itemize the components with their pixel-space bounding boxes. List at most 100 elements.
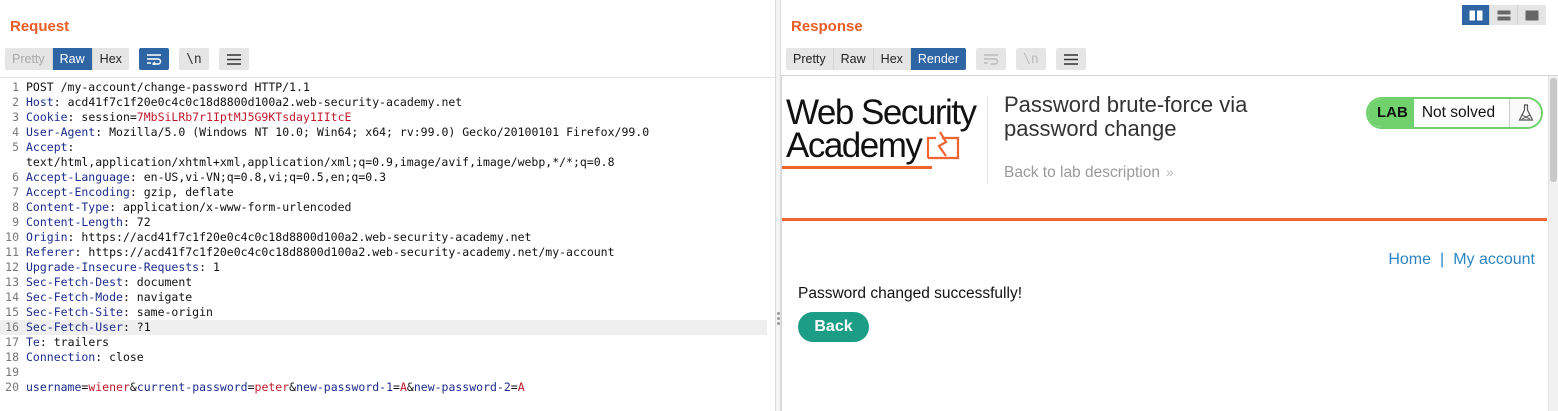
line-content: Accept: bbox=[26, 140, 74, 155]
header-colon: : bbox=[122, 320, 130, 334]
request-line: 18 Connection: close bbox=[0, 350, 767, 365]
header-value: en-US,vi-VN;q=0.8,vi;q=0.5,en;q=0.3 bbox=[136, 170, 387, 184]
response-menu-button[interactable] bbox=[1055, 48, 1086, 70]
header-colon: : bbox=[109, 200, 117, 214]
line-content: Sec-Fetch-Site: same-origin bbox=[26, 305, 213, 320]
request-line: 12 Upgrade-Insecure-Requests: 1 bbox=[0, 260, 767, 275]
request-line: 11 Referer: https://acd41f7c1f20e0c4c0c18… bbox=[0, 245, 767, 260]
render-scrollbar[interactable] bbox=[1548, 76, 1558, 411]
param-value: wiener bbox=[88, 380, 130, 394]
header-name: Sec-Fetch-User bbox=[26, 320, 123, 334]
response-tab-render[interactable]: Render bbox=[910, 48, 966, 70]
line-number: 17 bbox=[5, 335, 19, 349]
newline-icon: \n bbox=[1023, 51, 1039, 67]
response-tab-raw[interactable]: Raw bbox=[833, 48, 874, 70]
layout-toggle bbox=[1462, 5, 1546, 25]
param-delimiter: = bbox=[247, 380, 255, 394]
request-toolbar: Pretty Raw Hex \n bbox=[5, 48, 249, 70]
header-colon: : bbox=[39, 335, 47, 349]
line-number: 3 bbox=[12, 110, 19, 124]
param-delimiter: = bbox=[393, 380, 400, 394]
header-colon: : bbox=[122, 290, 130, 304]
nav-my-account-link[interactable]: My account bbox=[1453, 251, 1535, 268]
request-line: 16 Sec-Fetch-User: ?1 bbox=[0, 320, 767, 335]
request-line: 13 Sec-Fetch-Dest: document bbox=[0, 275, 767, 290]
layout-tabs-button[interactable] bbox=[1518, 5, 1546, 25]
header-colon: : bbox=[122, 305, 130, 319]
request-editor[interactable]: 1 POST /my-account/change-password HTTP/1… bbox=[0, 77, 775, 411]
header-name: Connection bbox=[26, 350, 96, 364]
line-content: Content-Length: 72 bbox=[26, 215, 151, 230]
header-name: Accept-Encoding bbox=[26, 185, 130, 199]
request-pane: Request Pretty Raw Hex \n 1 POST /my-acc… bbox=[0, 0, 775, 411]
header-colon: : bbox=[122, 215, 130, 229]
header-value: 1 bbox=[206, 260, 220, 274]
line-content: Connection: close bbox=[26, 350, 144, 365]
header-name: Sec-Fetch-Mode bbox=[26, 290, 123, 304]
line-content: Referer: https://acd41f7c1f20e0c4c0c18d8… bbox=[26, 245, 615, 260]
header-name: User-Agent bbox=[26, 125, 96, 139]
header-value: application/x-www-form-urlencoded bbox=[116, 200, 352, 214]
header-name: Te bbox=[26, 335, 40, 349]
request-line: 7 Accept-Encoding: gzip, deflate bbox=[0, 185, 767, 200]
nav-home-link[interactable]: Home bbox=[1388, 251, 1431, 268]
request-line: 19 bbox=[0, 365, 767, 380]
line-number: 16 bbox=[5, 320, 19, 334]
response-tab-hex[interactable]: Hex bbox=[873, 48, 911, 70]
param-delimiter: = bbox=[510, 380, 518, 394]
word-wrap-button[interactable] bbox=[138, 48, 169, 70]
line-number: 4 bbox=[12, 125, 19, 139]
param-value: A bbox=[517, 380, 525, 394]
response-tab-pretty[interactable]: Pretty bbox=[786, 48, 834, 70]
request-line: 1 POST /my-account/change-password HTTP/1… bbox=[0, 80, 767, 95]
response-view-tabs: Pretty Raw Hex Render bbox=[786, 48, 966, 70]
response-word-wrap-button[interactable] bbox=[975, 48, 1006, 70]
header-name: Sec-Fetch-Site bbox=[26, 305, 123, 319]
layout-side-by-side-button[interactable] bbox=[1462, 5, 1490, 25]
menu-icon bbox=[226, 53, 241, 65]
line-content: text/html,application/xhtml+xml,applicat… bbox=[26, 155, 615, 169]
request-title: Request bbox=[10, 18, 70, 35]
line-content: Te: trailers bbox=[26, 335, 109, 350]
line-number: 6 bbox=[12, 170, 19, 184]
show-newlines-button[interactable]: \n bbox=[178, 48, 209, 70]
request-line: 14 Sec-Fetch-Mode: navigate bbox=[0, 290, 767, 305]
logo-underline bbox=[782, 166, 932, 169]
academy-header: Web Security Academy Password brute-forc… bbox=[782, 76, 1547, 221]
scrollbar-thumb[interactable] bbox=[1550, 78, 1557, 182]
line-number: 19 bbox=[5, 365, 19, 379]
request-menu-button[interactable] bbox=[218, 48, 249, 70]
line-number: 8 bbox=[12, 200, 19, 214]
logo-line-2-row: Academy bbox=[786, 128, 986, 163]
line-content: POST /my-account/change-password HTTP/1.… bbox=[26, 80, 310, 94]
request-tab-hex[interactable]: Hex bbox=[92, 48, 129, 70]
header-divider bbox=[987, 96, 988, 184]
request-tab-pretty[interactable]: Pretty bbox=[5, 48, 53, 70]
web-security-academy-logo[interactable]: Web Security Academy bbox=[782, 95, 986, 176]
layout-stacked-button[interactable] bbox=[1490, 5, 1518, 25]
param-name: new-password-1 bbox=[296, 380, 394, 394]
param-value: A bbox=[399, 380, 407, 394]
line-content: User-Agent: Mozilla/5.0 (Windows NT 10.0… bbox=[26, 125, 649, 140]
request-tab-raw[interactable]: Raw bbox=[52, 48, 93, 70]
line-number: 7 bbox=[12, 185, 19, 199]
header-value: acd41f7c1f20e0c4c0c18d8800d100a2.web-sec… bbox=[60, 95, 463, 109]
line-content: Accept-Encoding: gzip, deflate bbox=[26, 185, 234, 200]
header-value: same-origin bbox=[129, 305, 213, 319]
line-content: Sec-Fetch-Dest: document bbox=[26, 275, 192, 290]
back-button[interactable]: Back bbox=[798, 312, 869, 342]
double-chevron-right-icon: » bbox=[1165, 164, 1174, 180]
line-number: 1 bbox=[12, 80, 19, 94]
splitter-grip-icon bbox=[777, 312, 780, 325]
academy-bolt-icon bbox=[927, 131, 960, 160]
newline-icon: \n bbox=[186, 51, 202, 67]
response-show-newlines-button[interactable]: \n bbox=[1015, 48, 1046, 70]
header-name: Sec-Fetch-Dest bbox=[26, 275, 123, 289]
header-colon: : bbox=[122, 275, 130, 289]
header-value: https://acd41f7c1f20e0c4c0c18d8800d100a2… bbox=[81, 245, 615, 259]
request-line: 5 Accept: bbox=[0, 140, 767, 155]
back-to-lab-description-link[interactable]: Back to lab description » bbox=[1004, 164, 1174, 182]
line-number: 20 bbox=[5, 380, 19, 394]
header-name: Upgrade-Insecure-Requests bbox=[26, 260, 200, 274]
header-colon: : bbox=[67, 140, 75, 154]
